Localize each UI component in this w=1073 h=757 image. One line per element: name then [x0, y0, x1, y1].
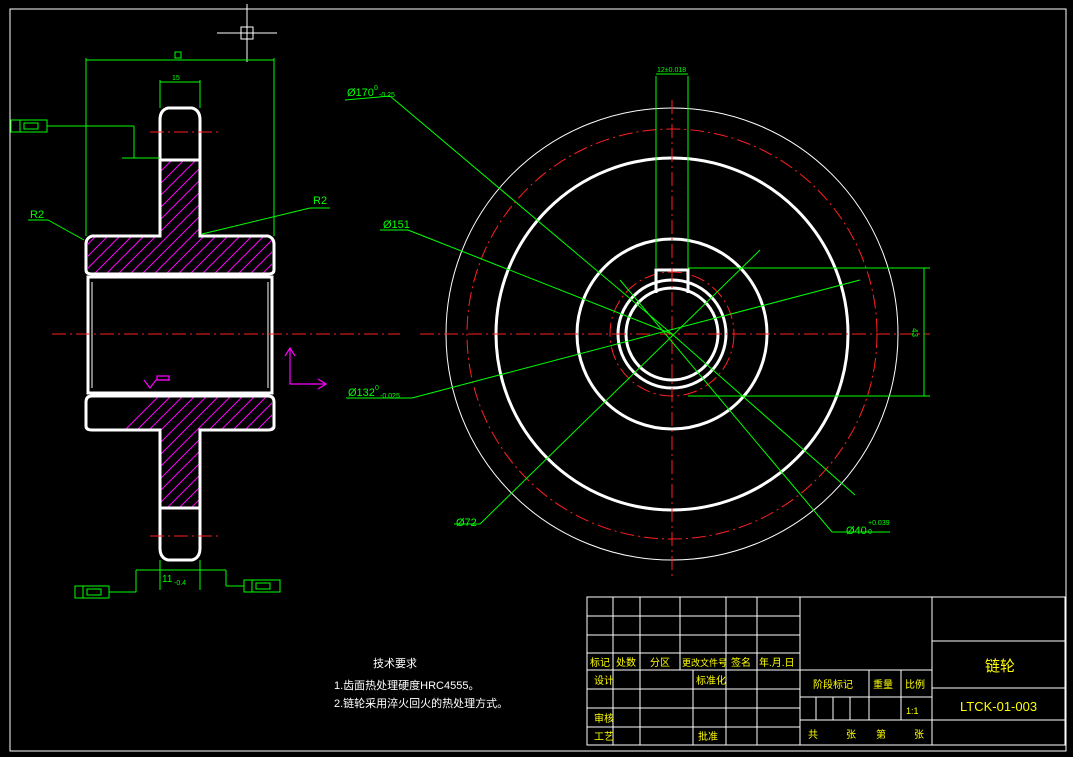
d170-label: Ø170	[347, 87, 374, 99]
hatch-line	[231, 396, 272, 508]
tech-heading: 技术要求	[373, 657, 417, 670]
hatch-line	[123, 396, 250, 508]
hatch-line	[88, 396, 214, 508]
hatch-line	[159, 396, 272, 508]
tb-title: 链轮	[985, 658, 1015, 675]
hatch-line	[123, 160, 255, 274]
tech-item-1: 1.齿面热处理硬度HRC4555。	[334, 678, 479, 692]
hatch-line	[328, 150, 458, 280]
tb-change-no: 更改文件号	[682, 657, 727, 668]
hatch-line	[304, 390, 429, 515]
hatch-line	[243, 160, 272, 274]
d132-label: Ø132	[348, 387, 375, 399]
hatch-line	[147, 160, 272, 274]
hatch-line	[219, 160, 272, 274]
d40-label: Ø40	[846, 525, 867, 537]
hatch-line	[99, 396, 226, 508]
tb-scale-value: 1:1	[906, 706, 919, 716]
svg-text:0: 0	[868, 529, 872, 536]
tech-item-2: 2.链轮采用淬火回火的热处理方式。	[334, 696, 508, 710]
hatch-line	[304, 150, 434, 280]
svg-text:15: 15	[172, 75, 180, 82]
d132-tol: -0.025	[380, 393, 400, 400]
tb-mark: 标记	[590, 657, 610, 669]
svg-text:0: 0	[374, 85, 378, 92]
bore-outline	[86, 275, 274, 395]
hatch-line	[88, 396, 190, 508]
hatch-line	[195, 396, 272, 508]
svg-text:张: 张	[914, 729, 924, 741]
d72-label: Ø72	[456, 517, 477, 529]
hatch-line	[292, 150, 422, 280]
tb-zone: 分区	[650, 657, 670, 669]
hatch-line	[88, 396, 166, 508]
tb-process: 工艺	[594, 731, 614, 743]
tb-design: 设计	[594, 674, 614, 687]
svg-text:0: 0	[375, 385, 379, 392]
hatch-line	[207, 396, 272, 508]
d170-tol: -0.25	[379, 92, 395, 99]
tech-requirements: 技术要求 1.齿面热处理硬度HRC4555。 2.链轮采用淬火回火的热处理方式。	[334, 657, 508, 710]
hatch-line	[219, 396, 272, 508]
hatch-line	[243, 396, 272, 508]
hatch-line	[183, 160, 272, 274]
cad-drawing: 15 R2 R2 11 -0.4 12±0.018 43 Ø170 0 -0.2…	[9, 4, 1067, 752]
hatch-line	[88, 160, 183, 274]
hatch-line	[316, 150, 446, 280]
tb-sheet: 第	[876, 728, 886, 741]
tolerance-box-bottom-right	[200, 569, 281, 593]
r2-left-label: R2	[30, 209, 44, 221]
tb-weight: 重量	[873, 678, 893, 691]
hatch-line	[183, 396, 272, 508]
hatch-line	[147, 396, 272, 508]
svg-text:43: 43	[910, 328, 919, 337]
hatch-line	[88, 396, 178, 508]
hatch-line	[99, 160, 231, 274]
section-view: 15 R2 R2 11 -0.4	[10, 51, 458, 599]
hatch-line	[111, 396, 238, 508]
ucs-icon	[284, 346, 328, 390]
tb-standardize: 标准化	[696, 674, 726, 687]
tb-review: 审核	[594, 712, 614, 725]
hatch-line	[88, 396, 202, 508]
hatch-line	[280, 150, 410, 280]
hatch-line	[111, 160, 243, 274]
hatch-line	[231, 160, 272, 274]
lower-profile	[84, 394, 276, 562]
end-view: 12±0.018 43 Ø170 0 -0.25 Ø151 Ø132 0 -0.…	[344, 67, 930, 580]
d151-label: Ø151	[383, 219, 410, 231]
hatch-line	[88, 160, 195, 274]
tb-count: 处数	[616, 656, 636, 669]
tb-total: 共	[808, 729, 818, 741]
upper-profile	[84, 106, 276, 276]
tb-sign: 签名	[731, 656, 751, 669]
r2-right-label: R2	[313, 195, 327, 207]
tb-approve: 批准	[698, 730, 718, 743]
roughness-symbol	[143, 375, 170, 389]
hatch-line	[328, 390, 453, 515]
hatch-line	[88, 160, 171, 274]
hatch-line	[267, 396, 272, 508]
tb-scale: 比例	[905, 678, 925, 691]
tolerance-box-bottom-left	[74, 569, 160, 599]
width-bottom-tol: -0.4	[174, 580, 186, 587]
keyway-label: 12±0.018	[657, 67, 686, 74]
tb-stage: 阶段标记	[813, 678, 853, 691]
svg-text:张: 张	[846, 729, 856, 741]
hatch-pattern	[88, 150, 458, 515]
tb-drawing-number: LTCK-01-003	[960, 699, 1037, 714]
hatch-line	[280, 390, 405, 515]
cursor-crosshair	[217, 4, 277, 62]
hatch-line	[88, 160, 207, 274]
svg-text:+0.039: +0.039	[868, 520, 890, 527]
hatch-line	[292, 390, 417, 515]
hatch-line	[267, 160, 272, 274]
hatch-line	[171, 396, 272, 508]
hatch-line	[159, 160, 272, 274]
hatch-line	[195, 160, 272, 274]
tb-date: 年.月.日	[759, 656, 795, 669]
title-block: 标记 处数 分区 更改文件号 签名 年.月.日 设计 标准化 审核 工艺 批准 …	[586, 596, 1066, 746]
width-bottom-label: 11	[162, 574, 173, 585]
hatch-line	[316, 390, 441, 515]
